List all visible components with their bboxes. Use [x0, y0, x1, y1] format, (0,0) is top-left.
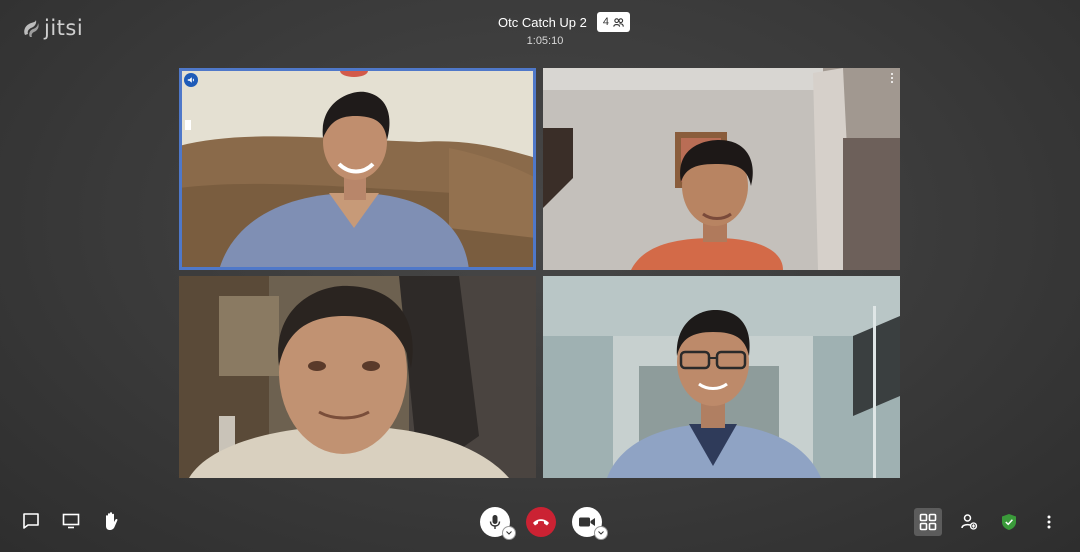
participant-count: 4	[602, 16, 609, 28]
speaker-icon	[187, 77, 194, 83]
invite-button[interactable]	[956, 509, 982, 535]
chat-icon	[23, 513, 39, 529]
meeting-title: Otc Catch Up 2	[498, 14, 587, 30]
participants-icon	[613, 17, 624, 27]
security-shield-icon	[1002, 514, 1016, 530]
participant-tile-4[interactable]	[543, 276, 900, 478]
participant-tile-3[interactable]	[179, 276, 536, 478]
participant-tile-2[interactable]	[543, 68, 900, 270]
participant-video-3	[179, 276, 536, 478]
toolbar-left	[20, 510, 122, 532]
meeting-header: Otc Catch Up 2 4 1:05:10	[0, 12, 1080, 47]
participant-video-1	[179, 68, 536, 270]
security-options-button[interactable]	[996, 509, 1022, 535]
participant-tile-1[interactable]	[179, 68, 536, 270]
dominant-speaker-indicator	[184, 73, 198, 87]
chevron-down-icon	[598, 531, 604, 535]
tile-view-icon	[919, 513, 937, 531]
tile-view-button[interactable]	[914, 508, 942, 536]
microphone-icon	[489, 515, 501, 529]
toolbar-center	[480, 507, 608, 540]
chat-button[interactable]	[20, 510, 42, 532]
more-options-icon	[1047, 515, 1051, 529]
chevron-down-icon	[506, 531, 512, 535]
participant-count-badge[interactable]: 4	[596, 12, 630, 32]
meeting-title-row: Otc Catch Up 2 4	[498, 12, 630, 32]
video-grid	[179, 68, 901, 478]
camera-options-caret[interactable]	[594, 526, 608, 540]
camera-button[interactable]	[572, 507, 608, 540]
screen-share-button[interactable]	[60, 510, 82, 532]
microphone-button[interactable]	[480, 507, 516, 540]
toolbar-right	[914, 508, 1062, 536]
hangup-button[interactable]	[526, 507, 556, 537]
more-vertical-icon[interactable]	[888, 72, 896, 84]
more-options-button[interactable]	[1036, 509, 1062, 535]
invite-icon	[961, 514, 978, 530]
raise-hand-icon	[106, 512, 118, 530]
meeting-duration: 1:05:10	[526, 35, 564, 47]
participant-video-2	[543, 68, 900, 270]
participant-video-4	[543, 276, 900, 478]
camera-icon	[579, 517, 595, 527]
hangup-icon	[533, 519, 549, 526]
raise-hand-button[interactable]	[100, 510, 122, 532]
microphone-options-caret[interactable]	[502, 526, 516, 540]
screen-share-icon	[62, 513, 80, 529]
